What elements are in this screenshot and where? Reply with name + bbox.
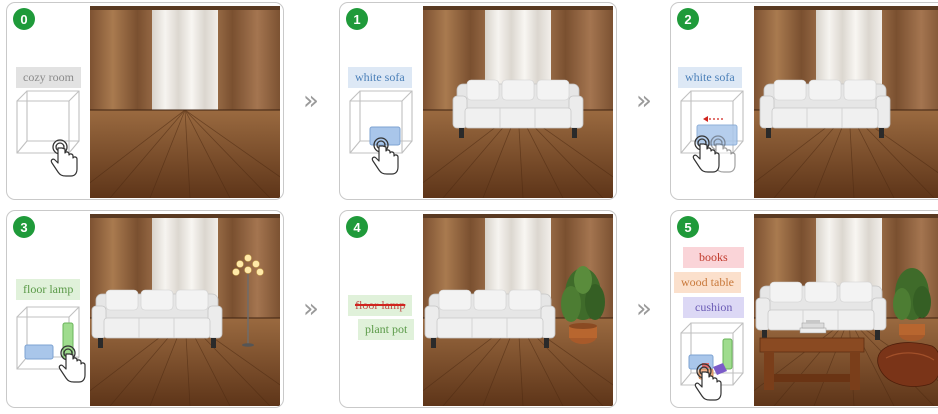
step-panel-0: 0 cozy room: [6, 2, 284, 200]
room-scene-empty: [90, 6, 280, 198]
prompt-label-floor-lamp-removed: floor lamp: [348, 295, 413, 316]
step-panel-5: 5 books wood table cushion: [670, 210, 938, 408]
room-scene-complete: [754, 214, 938, 406]
room-scene-with-sofa: [423, 6, 613, 198]
next-step-arrow-icon: »: [303, 294, 319, 324]
room-scene-with-plant: [423, 214, 613, 406]
step-number-badge: 4: [346, 216, 368, 238]
step-panel-3: 3 floor lamp: [6, 210, 284, 408]
step-panel-1: 1 white sofa: [339, 2, 617, 200]
next-step-arrow-icon: »: [636, 86, 652, 116]
prompt-label-floor-lamp: floor lamp: [16, 279, 81, 300]
touch-hand-icon: [49, 137, 79, 179]
touch-hand-icon: [691, 133, 721, 175]
room-scene-with-lamp: [90, 214, 280, 406]
step-panel-4: 4 floor lamp plant pot: [339, 210, 617, 408]
next-step-arrow-icon: »: [636, 294, 652, 324]
step-number-badge: 5: [677, 216, 699, 238]
prompt-label-plant-pot: plant pot: [358, 319, 415, 340]
step-number-badge: 2: [677, 8, 699, 30]
step-number-badge: 3: [13, 216, 35, 238]
prompt-label-white-sofa: white sofa: [678, 67, 742, 88]
room-scene-sofa-moved: [754, 6, 938, 198]
touch-hand-icon: [370, 135, 400, 177]
prompt-label-cushion: cushion: [683, 297, 745, 318]
prompt-label-wood-table: wood table: [674, 272, 741, 293]
next-step-arrow-icon: »: [303, 86, 319, 116]
step-number-badge: 1: [346, 8, 368, 30]
prompt-label-books: books: [683, 247, 744, 268]
prompt-label-white-sofa: white sofa: [348, 67, 412, 88]
step-panel-2: 2 white sofa: [670, 2, 938, 200]
touch-hand-icon: [693, 361, 723, 403]
touch-hand-icon: [57, 343, 87, 385]
prompt-label-cozy-room: cozy room: [16, 67, 81, 88]
step-number-badge: 0: [13, 8, 35, 30]
